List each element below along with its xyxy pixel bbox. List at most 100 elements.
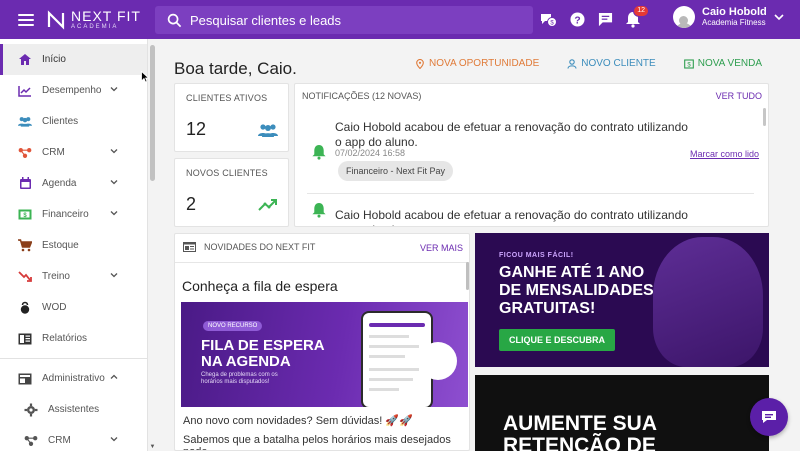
chevron-down-icon — [110, 180, 118, 185]
bell-icon — [312, 144, 326, 160]
cart-icon — [18, 239, 32, 253]
chevron-down-icon — [774, 13, 784, 20]
notification-badge: 12 — [633, 4, 649, 17]
news-image-tag: NOVO RECURSO — [203, 321, 263, 331]
news-text: Sabemos que a batalha pelos horários mai… — [183, 434, 451, 450]
notification-date: 07/02/2024 16:58 — [335, 148, 406, 158]
sidebar-scrollbar[interactable]: ▼ — [149, 43, 156, 451]
news-scrollbar-thumb[interactable] — [466, 262, 469, 290]
news-image-heading: FILA DE ESPERA NA AGENDA — [201, 337, 325, 370]
sidebar-item-financeiro[interactable]: $ Financeiro — [0, 199, 147, 230]
notifications-card: NOTIFICAÇÕES (12 NOVAS) VER TUDO Caio Ho… — [294, 83, 769, 227]
notifications-title: NOTIFICAÇÕES (12 NOVAS) — [302, 91, 422, 101]
scroll-down-arrow-icon[interactable]: ▼ — [149, 444, 156, 450]
sidebar-item-label: Assistentes — [48, 404, 100, 415]
promo-banner-2[interactable]: AUMENTE SUA RETENÇÃO DE — [475, 375, 769, 451]
sidebar-item-label: Agenda — [42, 178, 77, 189]
chevron-up-icon — [110, 374, 118, 379]
news-card: NOVIDADES DO NEXT FIT VER MAIS Conheça a… — [174, 233, 470, 451]
svg-text:?: ? — [574, 15, 580, 26]
new-client-button[interactable]: NOVO CLIENTE — [567, 58, 656, 69]
sidebar: Início Desempenho Clientes CRM Agenda $ … — [0, 39, 148, 451]
admin-icon — [18, 372, 32, 386]
sidebar-item-estoque[interactable]: Estoque — [0, 230, 147, 261]
sidebar-item-label: Clientes — [42, 116, 79, 127]
people-icon — [258, 124, 278, 137]
quick-actions: NOVA OPORTUNIDADE NOVO CLIENTE $ NOVA VE… — [415, 58, 762, 69]
search-box[interactable] — [155, 6, 533, 34]
sidebar-item-agenda[interactable]: Agenda — [0, 168, 147, 199]
chat-button[interactable] — [750, 398, 788, 436]
promo2-title: AUMENTE SUA RETENÇÃO DE — [503, 412, 657, 451]
see-more-link[interactable]: VER MAIS — [420, 243, 463, 253]
user-name: Caio Hobold — [702, 6, 767, 19]
notification-text: Caio Hobold acabou de efetuar a renovaçã… — [335, 208, 688, 226]
logo-text: NEXT FIT — [71, 8, 141, 24]
stat-value: 2 — [186, 194, 197, 214]
sidebar-item-label: CRM — [42, 147, 65, 158]
sidebar-item-relatorios[interactable]: Relatórios — [0, 323, 147, 354]
trending-up-icon — [258, 199, 277, 211]
sidebar-item-inicio[interactable]: Início — [0, 44, 147, 75]
crm-icon — [18, 146, 32, 160]
stat-card-active-clients[interactable]: CLIENTES ATIVOS 12 — [174, 83, 289, 152]
notification-item: Caio Hobold acabou de efetuar a renovaçã… — [295, 106, 768, 194]
chat-money-icon[interactable]: $ — [540, 11, 558, 29]
sidebar-item-label: Administrativo — [42, 373, 105, 384]
stat-label: NOVOS CLIENTES — [186, 168, 268, 178]
trend-icon — [18, 270, 32, 284]
sidebar-item-label: Relatórios — [42, 333, 88, 344]
sidebar-item-crm[interactable]: CRM — [0, 137, 147, 168]
bell-icon[interactable]: 12 — [624, 4, 649, 29]
newspaper-icon — [183, 242, 196, 252]
user-menu[interactable]: Caio Hobold Academia Fitness — [673, 6, 784, 28]
help-icon[interactable]: ? — [568, 11, 586, 29]
sidebar-item-label: Financeiro — [42, 209, 89, 220]
menu-icon[interactable] — [18, 13, 34, 26]
calendar-icon — [18, 177, 32, 191]
user-company: Academia Fitness — [702, 17, 766, 27]
logo[interactable]: NEXT FIT ACADEMIA — [46, 9, 141, 30]
news-image[interactable]: NOVO RECURSO FILA DE ESPERA NA AGENDA Ch… — [181, 302, 468, 407]
crm-icon — [24, 434, 38, 448]
sidebar-item-administrativo[interactable]: Administrativo — [0, 363, 147, 394]
sidebar-item-label: Início — [42, 54, 66, 65]
mark-as-read-link[interactable]: Marcar como lido — [690, 149, 759, 159]
new-sale-button[interactable]: $ NOVA VENDA — [683, 58, 762, 69]
message-icon[interactable] — [596, 11, 614, 29]
notifications-scrollbar[interactable] — [763, 106, 767, 226]
gear-icon — [24, 403, 38, 417]
new-opportunity-button[interactable]: NOVA OPORTUNIDADE — [415, 58, 539, 69]
sidebar-item-label: Desempenho — [42, 85, 102, 96]
stat-label: CLIENTES ATIVOS — [186, 93, 268, 103]
news-image-subtitle: Chega de problemas com os horários mais … — [201, 372, 278, 385]
people-icon — [18, 115, 32, 129]
sidebar-item-assistentes[interactable]: Assistentes — [0, 394, 147, 425]
news-text: Ano novo com novidades? Sem dúvidas! 🚀🚀 — [183, 415, 413, 427]
stat-card-new-clients[interactable]: NOVOS CLIENTES 2 — [174, 158, 289, 227]
illustration-bubble — [419, 342, 457, 380]
search-input[interactable] — [190, 12, 510, 28]
promo-cta-button[interactable]: CLIQUE E DESCUBRA — [499, 329, 616, 351]
sidebar-item-clientes[interactable]: Clientes — [0, 106, 147, 137]
mouse-cursor-icon — [141, 71, 149, 83]
news-title: Conheça a fila de espera — [182, 278, 338, 294]
promo-banner[interactable]: FICOU MAIS FÁCIL! GANHE ATÉ 1 ANO DE MEN… — [475, 233, 769, 367]
new-sale-label: NOVA VENDA — [697, 58, 762, 69]
sidebar-item-crm-admin[interactable]: CRM — [0, 425, 147, 451]
promo-kicker: FICOU MAIS FÁCIL! — [499, 252, 574, 259]
home-icon — [18, 53, 32, 67]
see-all-notifications-link[interactable]: VER TUDO — [716, 91, 762, 101]
sidebar-item-label: CRM — [48, 435, 71, 446]
chevron-down-icon — [110, 437, 118, 442]
chat-icon — [762, 411, 776, 423]
sidebar-scroll-thumb[interactable] — [150, 45, 155, 181]
new-opportunity-label: NOVA OPORTUNIDADE — [429, 58, 540, 69]
avatar — [673, 6, 695, 28]
sidebar-item-desempenho[interactable]: Desempenho — [0, 75, 147, 106]
stat-value: 12 — [186, 119, 207, 139]
logo-subtext: ACADEMIA — [71, 24, 119, 30]
logo-mark-icon — [47, 9, 65, 30]
sidebar-item-treino[interactable]: Treino — [0, 261, 147, 292]
sidebar-item-wod[interactable]: WOD — [0, 292, 147, 323]
